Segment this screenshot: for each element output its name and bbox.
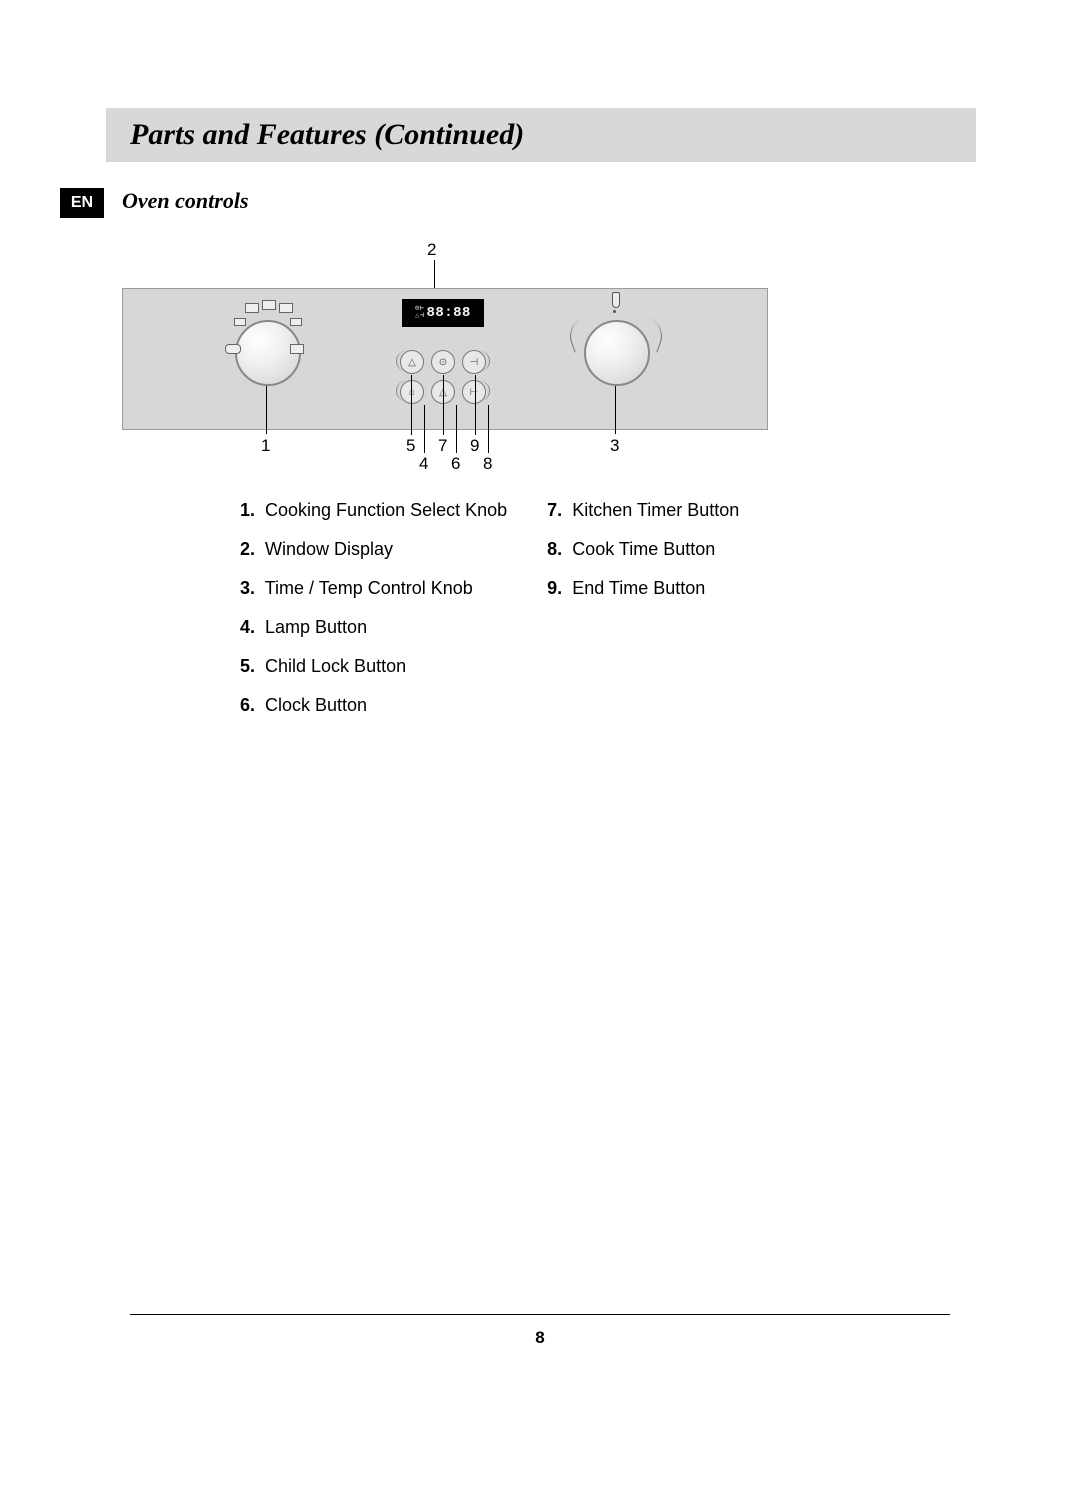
end-time-button-icon: ⊣ [462,350,486,374]
callout-line [615,386,616,434]
legend-item: 6. Clock Button [240,695,507,716]
mode-icon [262,300,276,310]
display-status-icons: ⊙⊢△⊣ [415,306,424,320]
legend-item: 3. Time / Temp Control Knob [240,578,507,599]
section-title-banner: Parts and Features (Continued) [106,108,976,162]
callout-line [266,386,267,434]
legend-item: 9. End Time Button [547,578,739,599]
callout-line [456,405,457,453]
button-row-top: △ ⊙ ⊣ [400,350,486,374]
legend-item: 4. Lamp Button [240,617,507,638]
legend-column-left: 1. Cooking Function Select Knob 2. Windo… [240,500,507,716]
callout-4-label: 4 [419,454,428,474]
callout-2-line [434,260,435,288]
legend-column-right: 7. Kitchen Timer Button 8. Cook Time But… [547,500,739,716]
legend-item: 5. Child Lock Button [240,656,507,677]
scale-dot-icon [613,310,616,313]
child-lock-button-icon: △ [400,350,424,374]
lamp-button-icon: ⌂ [400,380,424,404]
oven-controls-diagram: 2 ⊙⊢△⊣ 88:88 △ ⊙ ⊣ ⌂ △ ⊢ [122,240,822,480]
callout-line [475,375,476,435]
language-badge: EN [60,188,104,218]
callout-2-label: 2 [427,240,436,260]
callout-9-label: 9 [470,436,479,456]
mode-icon [245,303,259,313]
callout-line [411,375,412,435]
mode-icon [225,344,241,354]
callout-8-label: 8 [483,454,492,474]
window-display-icon: ⊙⊢△⊣ 88:88 [402,299,484,327]
callout-line [443,375,444,435]
legend-item: 1. Cooking Function Select Knob [240,500,507,521]
page-number: 8 [0,1328,1080,1348]
callout-6-label: 6 [451,454,460,474]
footer-rule [130,1314,950,1315]
cook-time-button-icon: ⊢ [462,380,486,404]
manual-page: Parts and Features (Continued) EN Oven c… [0,0,1080,1486]
mode-icon [234,318,246,326]
subheading: Oven controls [122,188,249,214]
callout-line [424,405,425,453]
thermometer-icon [612,292,620,308]
legend-item: 7. Kitchen Timer Button [547,500,739,521]
time-temp-knob-icon [584,320,650,386]
section-title: Parts and Features (Continued) [130,118,524,152]
callout-1-label: 1 [261,436,270,456]
kitchen-timer-button-icon: ⊙ [431,350,455,374]
display-value: 88:88 [426,305,471,321]
legend: 1. Cooking Function Select Knob 2. Windo… [240,500,840,716]
mode-icon [290,318,302,326]
mode-icon [290,344,304,354]
callout-5-label: 5 [406,436,415,456]
legend-item: 8. Cook Time Button [547,539,739,560]
mode-icon [279,303,293,313]
callout-line [488,405,489,453]
callout-7-label: 7 [438,436,447,456]
legend-item: 2. Window Display [240,539,507,560]
callout-3-label: 3 [610,436,619,456]
